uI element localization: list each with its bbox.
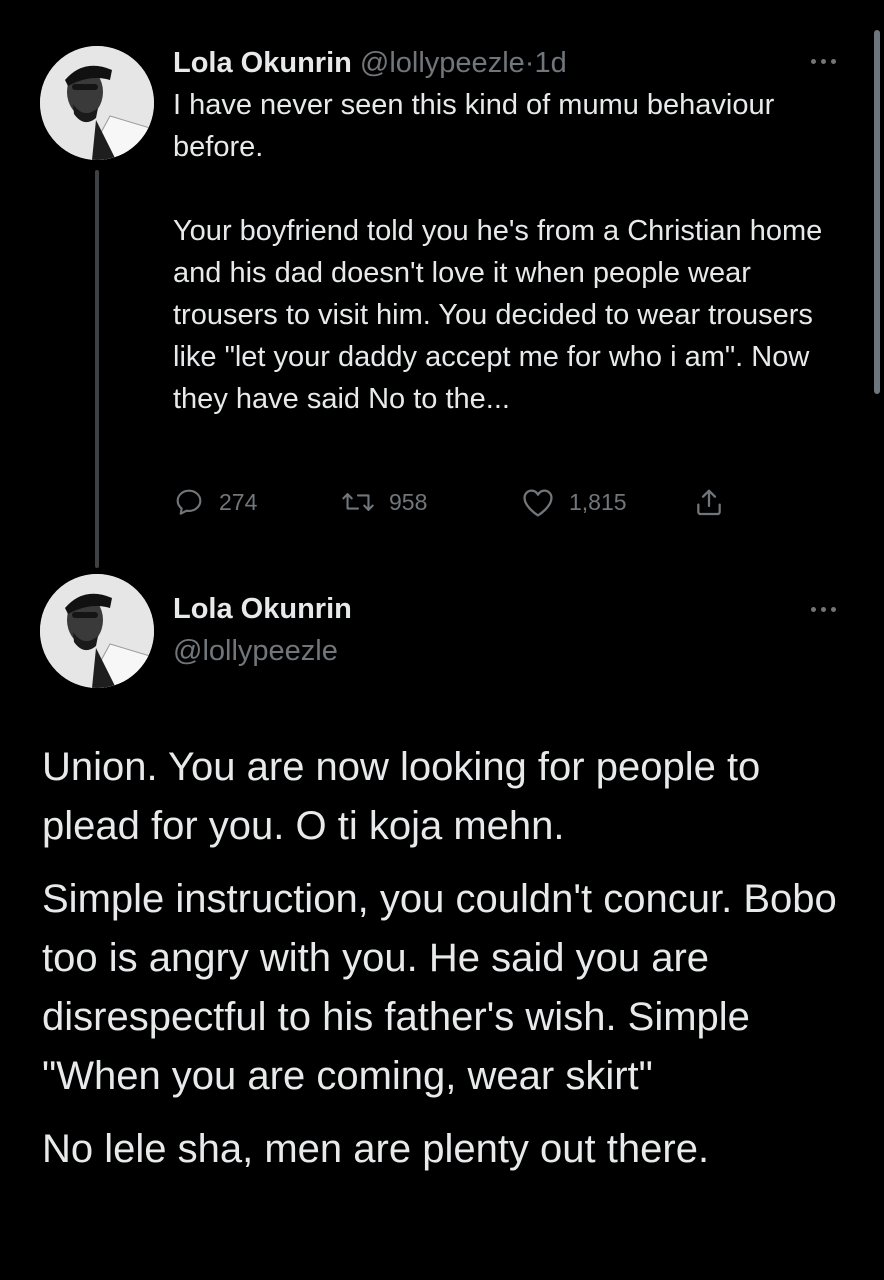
reply-icon — [176, 489, 202, 515]
tweet-text: I have never seen this kind of mumu beha… — [173, 84, 853, 420]
username[interactable]: @lollypeezle — [173, 632, 338, 670]
username[interactable]: @lollypeezle — [360, 47, 525, 79]
avatar-photo-icon — [40, 574, 154, 688]
retweet-count: 958 — [389, 488, 428, 515]
more-icon[interactable] — [806, 56, 840, 66]
like-count: 1,815 — [569, 488, 627, 515]
tweet-paragraph: Simple instruction, you couldn't concur.… — [42, 877, 837, 1098]
display-name[interactable]: Lola Okunrin — [173, 47, 352, 79]
more-icon[interactable] — [806, 604, 840, 614]
share-button[interactable] — [693, 482, 739, 522]
tweet-parent[interactable]: Lola Okunrin @lollypeezle·1d I have neve… — [0, 0, 884, 570]
reply-button[interactable]: 274 — [173, 482, 257, 522]
retweet-icon — [342, 493, 374, 511]
avatar[interactable] — [40, 46, 154, 160]
display-name[interactable]: Lola Okunrin — [173, 590, 352, 628]
thread-connector-line — [95, 170, 99, 568]
tweet-actions: 274 958 1,815 — [173, 482, 773, 522]
avatar[interactable] — [40, 574, 154, 688]
timestamp[interactable]: 1d — [534, 47, 566, 79]
retweet-button[interactable]: 958 — [341, 482, 427, 522]
tweet-paragraph: No lele sha, men are plenty out there. — [42, 1127, 710, 1171]
tweet-paragraph: Union. You are now looking for people to… — [42, 745, 761, 848]
reply-count: 274 — [219, 488, 258, 515]
tweet-paragraph: Your boyfriend told you he's from a Chri… — [173, 215, 823, 415]
separator-dot: · — [524, 47, 535, 79]
like-button[interactable]: 1,815 — [521, 482, 627, 522]
tweet-text: Union. You are now looking for people to… — [42, 738, 862, 1193]
share-icon — [697, 489, 721, 516]
avatar-photo-icon — [40, 46, 154, 160]
like-icon — [523, 489, 553, 517]
tweet-header: Lola Okunrin @lollypeezle·1d — [173, 44, 567, 82]
tweet-paragraph: I have never seen this kind of mumu beha… — [173, 89, 775, 163]
